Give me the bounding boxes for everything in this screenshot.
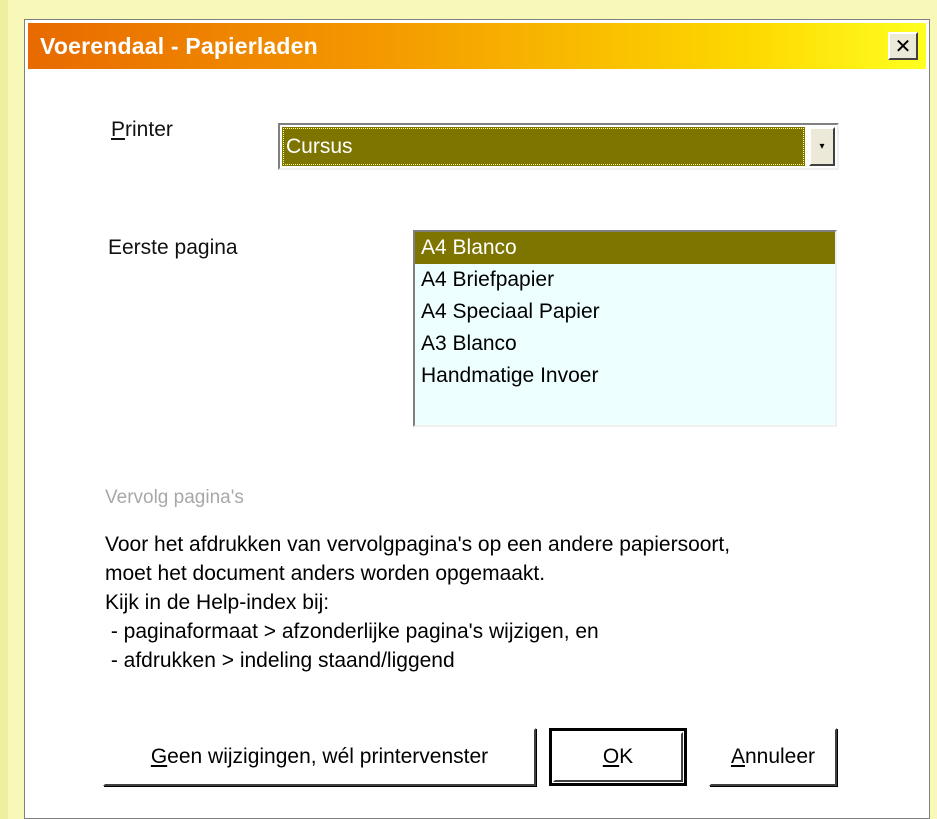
info-line: moet het document anders worden opgemaak… <box>105 562 546 585</box>
info-line: - afdrukken > indeling staand/liggend <box>105 649 455 672</box>
print-dialog-button[interactable]: Geen wijzigingen, wél printervenster <box>103 728 536 786</box>
desktop-edge <box>0 0 8 819</box>
title-bar[interactable]: Voerendaal - Papierladen ✕ <box>28 23 926 69</box>
ok-accel: O <box>602 745 620 768</box>
printer-label: Printer <box>111 118 173 142</box>
first-page-listbox[interactable]: A4 Blanco A4 Briefpapier A4 Speciaal Pap… <box>413 230 837 427</box>
print-dialog-label: een wijzigingen, wél printervenster <box>167 745 489 768</box>
info-line: Voor het afdrukken van vervolgpagina's o… <box>105 533 731 556</box>
close-icon: ✕ <box>894 34 912 58</box>
list-item[interactable]: Handmatige Invoer <box>415 360 835 392</box>
info-line: - paginaformaat > afzonderlijke pagina's… <box>105 620 599 643</box>
cancel-accel: A <box>730 745 745 768</box>
print-dialog-accel: G <box>150 745 168 768</box>
list-item[interactable]: A3 Blanco <box>415 328 835 360</box>
followup-info-text: Voor het afdrukken van vervolgpagina's o… <box>105 530 730 675</box>
close-button[interactable]: ✕ <box>888 32 918 60</box>
list-item[interactable]: A4 Blanco <box>415 232 835 264</box>
chevron-down-icon: ▾ <box>819 141 825 152</box>
printer-label-rest: rinter <box>125 118 173 141</box>
papierladen-dialog: Voerendaal - Papierladen ✕ Printer Cursu… <box>24 19 930 819</box>
ok-button-face: OK <box>553 732 683 782</box>
first-page-label: Eerste pagina <box>108 236 238 259</box>
ok-label: K <box>619 745 634 768</box>
list-item[interactable]: A4 Briefpapier <box>415 264 835 296</box>
printer-select[interactable]: Cursus ▾ <box>278 123 839 170</box>
cancel-label: nnuleer <box>744 745 816 768</box>
window-title: Voerendaal - Papierladen <box>40 33 318 59</box>
ok-button[interactable]: OK <box>549 728 687 786</box>
list-item[interactable]: A4 Speciaal Papier <box>415 296 835 328</box>
info-line: Kijk in de Help-index bij: <box>105 591 330 614</box>
printer-selected-value: Cursus <box>282 127 805 166</box>
printer-label-accel: P <box>111 118 126 141</box>
printer-dropdown-button[interactable]: ▾ <box>809 127 835 166</box>
cancel-button[interactable]: Annuleer <box>709 728 837 786</box>
followup-heading: Vervolg pagina's <box>105 487 244 508</box>
